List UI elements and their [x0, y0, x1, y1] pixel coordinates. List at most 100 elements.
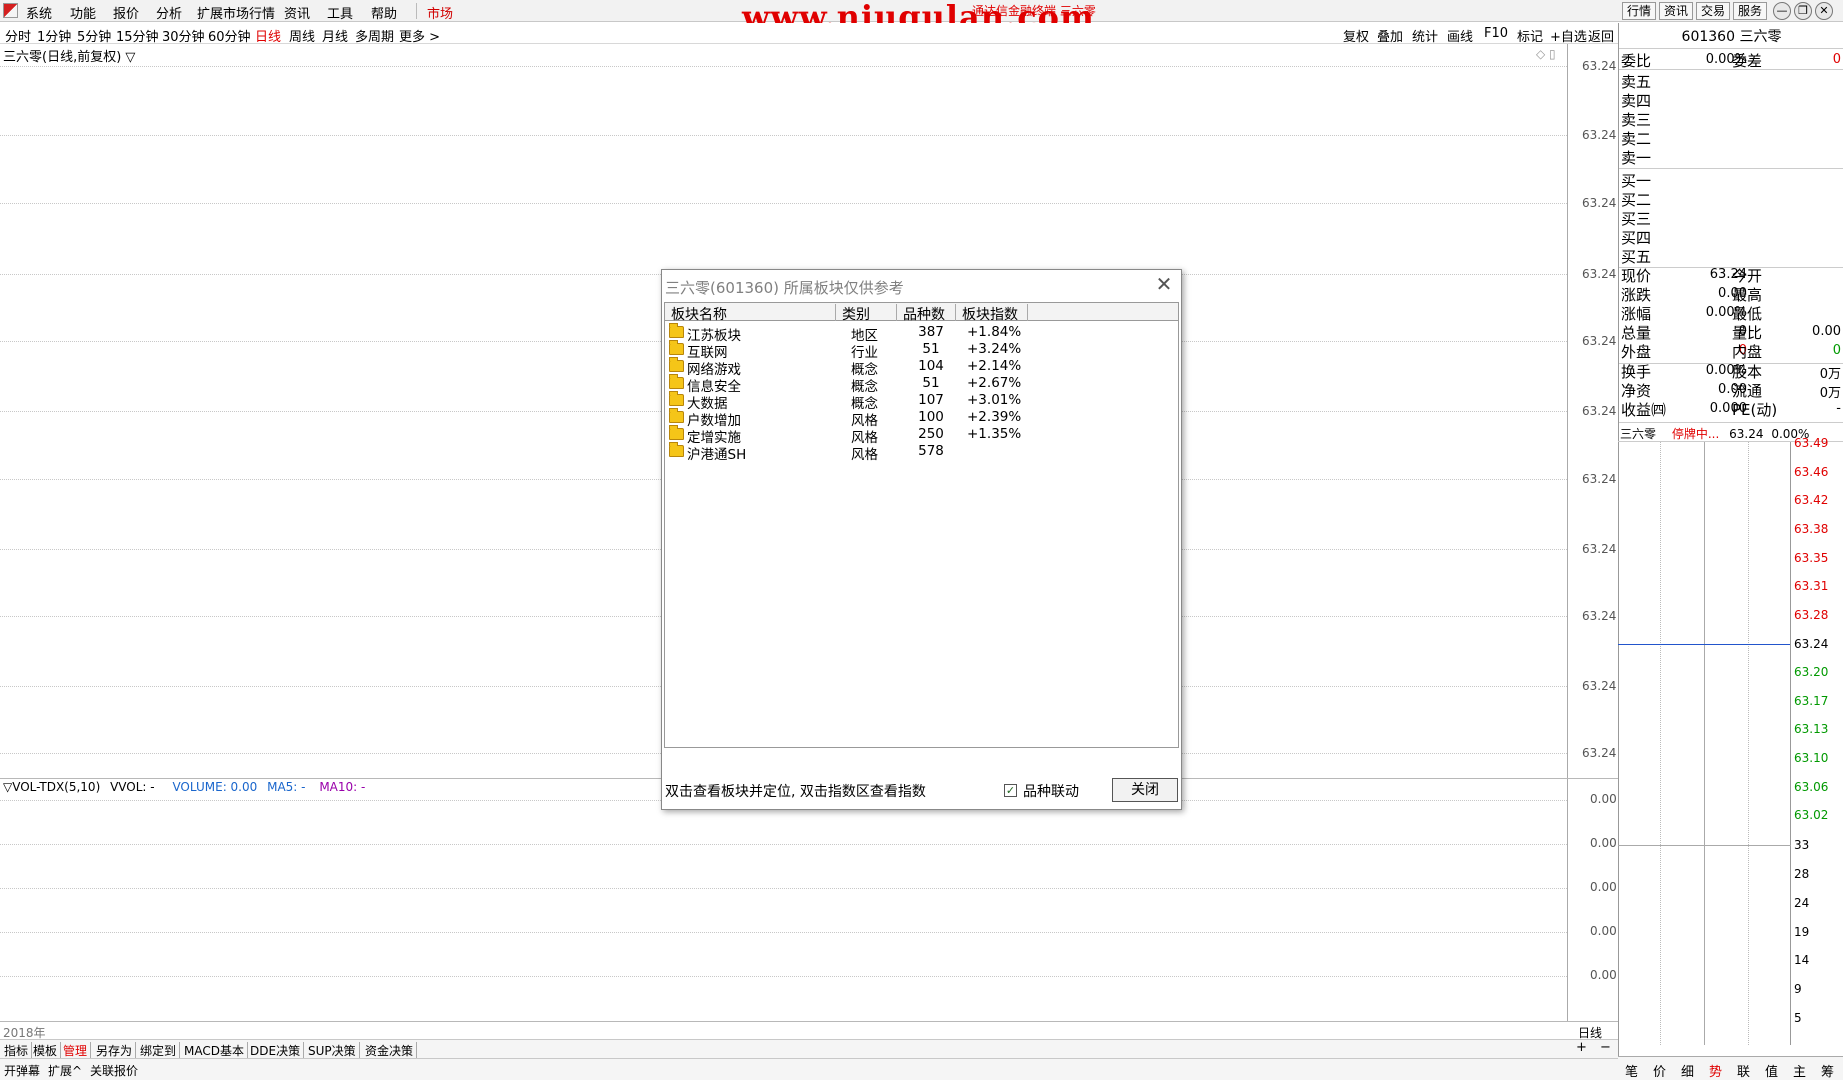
tool-overlay-button[interactable]: 叠加 [1377, 26, 1403, 45]
chart-title[interactable]: 三六零(日线,前复权) ▽ [3, 46, 135, 65]
volume-indicator-header[interactable]: ▽VOL-TDX(5,10) VVOL: - VOLUME: 0.00 MA5:… [3, 780, 365, 794]
period-weekly[interactable]: 周线 [289, 26, 315, 45]
period-intraday[interactable]: 分时 [5, 26, 31, 45]
sector-index[interactable]: +3.24% [967, 341, 1021, 357]
tab-save-as[interactable]: 另存为 [96, 1042, 137, 1059]
danmaku-toggle[interactable]: 开弹幕 [4, 1062, 40, 1079]
close-button[interactable]: 关闭 [1112, 778, 1178, 802]
menu-analysis[interactable]: 分析 [156, 3, 182, 22]
tab-bind-to[interactable]: 绑定到 [140, 1042, 181, 1059]
period-15min[interactable]: 15分钟 [116, 26, 159, 45]
tab-dde-decision[interactable]: DDE决策 [250, 1042, 305, 1059]
period-5min[interactable]: 5分钟 [77, 26, 111, 45]
zoom-in-button[interactable]: + [1576, 1040, 1587, 1055]
buy-level-5[interactable]: 买五 [1621, 246, 1651, 267]
table-row[interactable]: 沪港通SH 风格 578 [665, 442, 1178, 463]
period-60min[interactable]: 60分钟 [208, 26, 251, 45]
top-service-button[interactable]: 服务 [1733, 2, 1767, 20]
top-news-button[interactable]: 资讯 [1659, 2, 1693, 20]
sell-level-2[interactable]: 卖二 [1621, 128, 1651, 149]
period-more[interactable]: 更多 > [399, 26, 440, 45]
tab-fund-decision[interactable]: 资金决策 [365, 1042, 418, 1059]
tab-sup-decision[interactable]: SUP决策 [308, 1042, 360, 1059]
menu-extended-market[interactable]: 扩展市场行情 [197, 3, 275, 22]
table-row[interactable]: 信息安全 概念 51 +2.67% [665, 374, 1178, 395]
period-30min[interactable]: 30分钟 [162, 26, 205, 45]
minimize-icon[interactable]: — [1773, 2, 1791, 20]
tab-macd-basic[interactable]: MACD基本 [184, 1042, 248, 1059]
top-quote-button[interactable]: 行情 [1622, 2, 1656, 20]
column-category[interactable]: 类别 [836, 304, 897, 323]
period-toolbar: 分时 1分钟 5分钟 15分钟 30分钟 60分钟 日线 周线 月线 多周期 更… [0, 23, 1618, 45]
sector-index[interactable]: +1.84% [967, 324, 1021, 340]
sell-level-4[interactable]: 卖四 [1621, 90, 1651, 111]
menu-help[interactable]: 帮助 [371, 3, 397, 22]
stock-code-name[interactable]: 601360 三六零 [1619, 26, 1843, 46]
mini-volume-label: 19 [1794, 925, 1810, 939]
restore-icon[interactable]: ❐ [1794, 2, 1812, 20]
tool-add-watchlist-button[interactable]: +自选 [1550, 26, 1587, 45]
column-index[interactable]: 板块指数 [956, 304, 1028, 323]
tool-f10-button[interactable]: F10 [1484, 26, 1508, 41]
menu-market[interactable]: 市场 [427, 3, 453, 22]
chart-option-icons[interactable]: ◇ ▯ [1536, 47, 1556, 61]
buy-level-2[interactable]: 买二 [1621, 189, 1651, 210]
tool-mark-button[interactable]: 标记 [1517, 26, 1543, 45]
menu-function[interactable]: 功能 [70, 3, 96, 22]
table-row[interactable]: 定增实施 风格 250 +1.35% [665, 425, 1178, 446]
column-count[interactable]: 品种数 [897, 304, 956, 323]
menu-quote[interactable]: 报价 [113, 3, 139, 22]
sell-level-5[interactable]: 卖五 [1621, 71, 1651, 92]
tab-value[interactable]: 值 [1765, 1061, 1778, 1080]
close-window-icon[interactable]: ✕ [1815, 2, 1833, 20]
column-sector-name[interactable]: 板块名称 [665, 304, 836, 323]
app-logo-icon[interactable] [3, 3, 18, 18]
sector-list[interactable]: 板块名称 类别 品种数 板块指数 江苏板块 地区 387 +1.84% 互联网 … [664, 302, 1179, 748]
menu-system[interactable]: 系统 [26, 3, 52, 22]
close-icon[interactable]: ✕ [1152, 273, 1176, 295]
tab-main[interactable]: 主 [1793, 1061, 1806, 1080]
table-row[interactable]: 江苏板块 地区 387 +1.84% [665, 323, 1178, 344]
buy-level-3[interactable]: 买三 [1621, 208, 1651, 229]
top-trade-button[interactable]: 交易 [1696, 2, 1730, 20]
extend-toggle[interactable]: 扩展^ [48, 1062, 82, 1079]
period-daily[interactable]: 日线 [255, 26, 281, 45]
tab-linked[interactable]: 联 [1737, 1061, 1750, 1080]
sell-level-3[interactable]: 卖三 [1621, 109, 1651, 130]
table-row[interactable]: 互联网 行业 51 +3.24% [665, 340, 1178, 361]
sector-index[interactable]: +2.14% [967, 358, 1021, 374]
tab-template[interactable]: 模板 [33, 1042, 62, 1059]
tab-chips[interactable]: 筹 [1821, 1061, 1834, 1080]
tab-price[interactable]: 价 [1653, 1061, 1666, 1080]
period-monthly[interactable]: 月线 [322, 26, 348, 45]
table-row[interactable]: 户数增加 风格 100 +2.39% [665, 408, 1178, 429]
tool-adjust-button[interactable]: 复权 [1343, 26, 1369, 45]
buy-level-1[interactable]: 买一 [1621, 170, 1651, 191]
tab-trades[interactable]: 笔 [1625, 1061, 1638, 1080]
menu-tools[interactable]: 工具 [327, 3, 353, 22]
tab-manage[interactable]: 管理 [63, 1042, 92, 1059]
mini-chart-header[interactable]: 三六零 停牌中... 63.24 0.00% [1620, 425, 1809, 442]
sector-index[interactable]: +1.35% [967, 426, 1021, 442]
tool-draw-button[interactable]: 画线 [1447, 26, 1473, 45]
linked-quote-toggle[interactable]: 关联报价 [90, 1062, 138, 1079]
linked-variety-checkbox[interactable]: ✓ [1004, 784, 1017, 797]
tab-trend[interactable]: 势 [1709, 1061, 1722, 1080]
menu-news[interactable]: 资讯 [284, 3, 310, 22]
period-1min[interactable]: 1分钟 [37, 26, 71, 45]
sell-level-1[interactable]: 卖一 [1621, 147, 1651, 168]
table-row[interactable]: 大数据 概念 107 +3.01% [665, 391, 1178, 412]
sector-index[interactable]: +2.67% [967, 375, 1021, 391]
linked-variety-label[interactable]: 品种联动 [1023, 781, 1079, 801]
table-row[interactable]: 网络游戏 概念 104 +2.14% [665, 357, 1178, 378]
buy-level-4[interactable]: 买四 [1621, 227, 1651, 248]
period-multi[interactable]: 多周期 [355, 26, 394, 45]
volume-indicator-name[interactable]: ▽VOL-TDX(5,10) [3, 780, 100, 794]
tab-detail[interactable]: 细 [1681, 1061, 1694, 1080]
tab-indicator[interactable]: 指标 [4, 1042, 33, 1059]
sector-index[interactable]: +3.01% [967, 392, 1021, 408]
tool-back-button[interactable]: 返回 [1588, 26, 1614, 45]
tool-stats-button[interactable]: 统计 [1412, 26, 1438, 45]
sector-index[interactable]: +2.39% [967, 409, 1021, 425]
zoom-out-button[interactable]: − [1600, 1040, 1611, 1055]
